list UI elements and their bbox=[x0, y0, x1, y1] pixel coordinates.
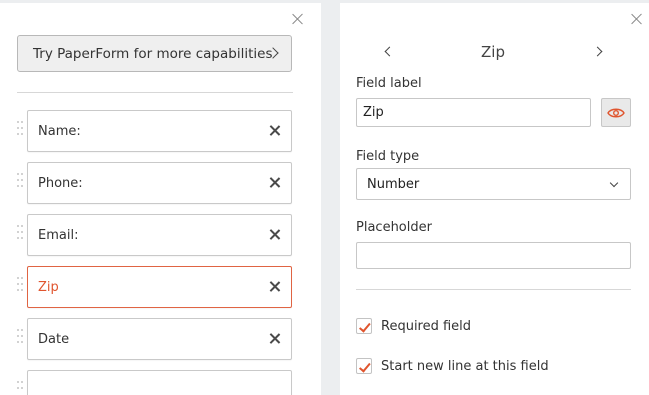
divider bbox=[356, 289, 631, 290]
required-field-option[interactable]: Required field bbox=[356, 318, 471, 334]
editor-title: Zip bbox=[481, 43, 505, 61]
field-item-email[interactable]: Email: bbox=[27, 214, 292, 256]
upgrade-button[interactable]: Try PaperForm for more capabilities bbox=[17, 35, 292, 72]
remove-icon[interactable] bbox=[269, 229, 280, 240]
list-item bbox=[17, 370, 293, 395]
field-editor-panel: Zip Field label Field type Number Placeh… bbox=[340, 3, 649, 395]
remove-icon[interactable] bbox=[269, 177, 280, 188]
chevron-down-icon bbox=[609, 178, 619, 188]
field-item-phone[interactable]: Phone: bbox=[27, 162, 292, 204]
close-icon[interactable] bbox=[630, 12, 643, 25]
fields-list-panel: Try PaperForm for more capabilities Name… bbox=[0, 3, 321, 395]
field-item-label: Phone: bbox=[38, 175, 83, 191]
remove-icon[interactable] bbox=[269, 281, 280, 292]
drag-handle-icon[interactable] bbox=[17, 381, 23, 395]
list-item: Date bbox=[17, 318, 293, 360]
eye-icon bbox=[607, 108, 625, 117]
field-item-label: Zip bbox=[38, 279, 59, 295]
next-field-arrow-icon[interactable] bbox=[592, 46, 603, 57]
field-item-zip[interactable]: Zip bbox=[27, 266, 292, 308]
list-item: Zip bbox=[17, 266, 293, 308]
field-item-label: Email: bbox=[38, 227, 79, 243]
drag-handle-icon[interactable] bbox=[17, 173, 23, 193]
field-item-date[interactable]: Date bbox=[27, 318, 292, 360]
field-item-label: Name: bbox=[38, 123, 81, 139]
field-item-partial[interactable] bbox=[27, 370, 292, 395]
placeholder-input[interactable] bbox=[356, 242, 631, 269]
list-item: Phone: bbox=[17, 162, 293, 204]
field-item-label: Date bbox=[38, 331, 70, 347]
required-checkbox[interactable] bbox=[356, 318, 372, 334]
drag-handle-icon[interactable] bbox=[17, 277, 23, 297]
list-item: Name: bbox=[17, 110, 293, 152]
divider bbox=[17, 92, 293, 93]
upgrade-button-label: Try PaperForm for more capabilities bbox=[33, 45, 273, 62]
visibility-toggle-button[interactable] bbox=[601, 98, 631, 127]
drag-handle-icon[interactable] bbox=[17, 225, 23, 245]
new-line-checkbox[interactable] bbox=[356, 358, 372, 374]
field-item-name[interactable]: Name: bbox=[27, 110, 292, 152]
list-item: Email: bbox=[17, 214, 293, 256]
placeholder-heading: Placeholder bbox=[356, 220, 432, 235]
new-line-label: Start new line at this field bbox=[381, 358, 549, 374]
previous-field-arrow-icon[interactable] bbox=[384, 46, 395, 57]
field-label-input[interactable] bbox=[356, 98, 591, 127]
field-type-select[interactable]: Number bbox=[356, 168, 631, 200]
field-type-heading: Field type bbox=[356, 149, 420, 164]
remove-icon[interactable] bbox=[269, 333, 280, 344]
new-line-option[interactable]: Start new line at this field bbox=[356, 358, 549, 374]
remove-icon[interactable] bbox=[269, 125, 280, 136]
field-label-heading: Field label bbox=[356, 76, 422, 91]
required-label: Required field bbox=[381, 318, 472, 334]
drag-handle-icon[interactable] bbox=[17, 121, 23, 141]
close-icon[interactable] bbox=[291, 12, 304, 25]
drag-handle-icon[interactable] bbox=[17, 329, 23, 349]
field-type-value: Number bbox=[367, 176, 420, 192]
